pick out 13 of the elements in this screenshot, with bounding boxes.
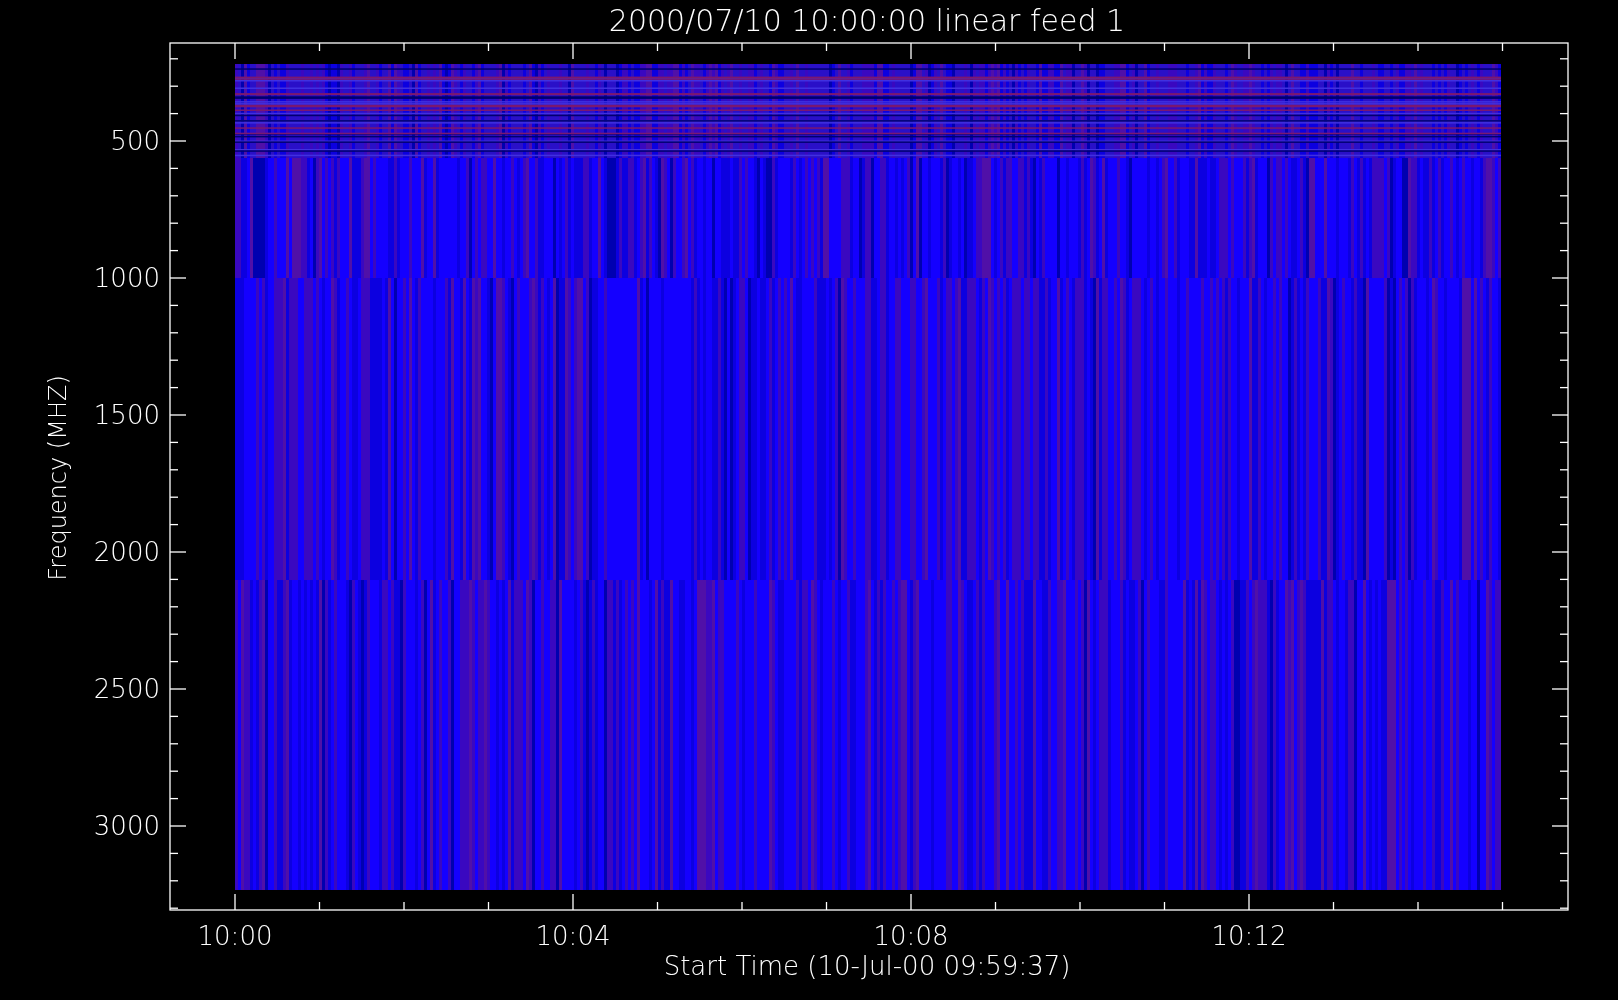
x-tick-label: 10:04 — [535, 921, 611, 951]
y-tick-label: 1500 — [93, 400, 160, 430]
y-tick-label: 2500 — [93, 674, 160, 704]
y-axis-title: Frequency (MHZ) — [44, 375, 72, 581]
y-tick-label: 1000 — [93, 263, 160, 293]
y-tick-label: 500 — [110, 126, 160, 156]
x-tick-label: 10:12 — [1211, 921, 1287, 951]
chart-title: 2000/07/10 10:00:00 linear feed 1 — [608, 3, 1126, 38]
y-tick-label: 2000 — [93, 537, 160, 567]
x-axis-title: Start Time (10-Jul-00 09:59:37) — [663, 951, 1071, 981]
x-tick-label: 10:08 — [873, 921, 949, 951]
x-tick-label: 10:00 — [197, 921, 273, 951]
y-tick-label: 3000 — [93, 811, 160, 841]
